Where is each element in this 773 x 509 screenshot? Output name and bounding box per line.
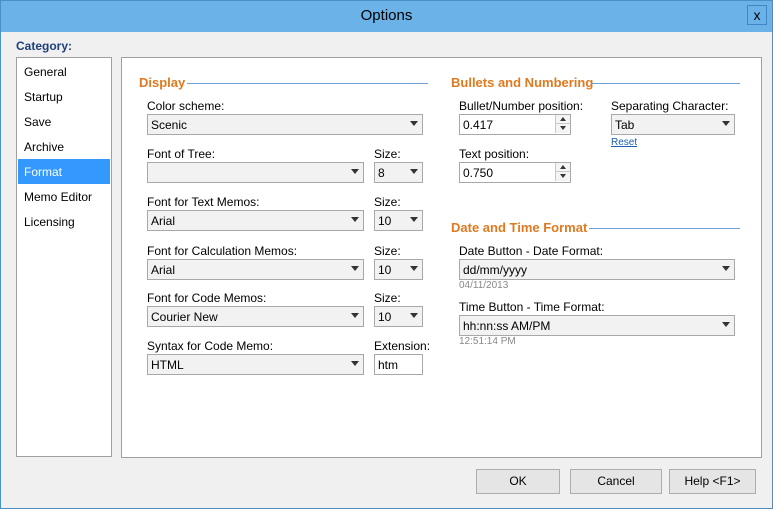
text-size-label: Size:	[374, 195, 401, 209]
color-scheme-select[interactable]: Scenic	[147, 114, 423, 135]
time-format-value: hh:nn:ss AM/PM	[463, 319, 551, 333]
font-calc-label: Font for Calculation Memos:	[147, 244, 298, 258]
chevron-down-icon	[722, 322, 730, 327]
date-format-value: dd/mm/yyyy	[463, 263, 528, 277]
cancel-button[interactable]: Cancel	[570, 469, 662, 494]
text-position-spinner[interactable]: 0.750	[459, 162, 571, 183]
ok-button[interactable]: OK	[476, 469, 560, 494]
dialog-body: Category: General Startup Save Archive F…	[6, 32, 767, 503]
chevron-down-icon	[722, 266, 730, 271]
chevron-down-icon	[722, 121, 730, 126]
title-bar[interactable]: Options x	[1, 1, 772, 32]
date-preview: 04/11/2013	[459, 280, 509, 291]
bullets-heading: Bullets and Numbering	[451, 75, 594, 90]
syntax-value: HTML	[151, 358, 184, 372]
bullet-position-label: Bullet/Number position:	[459, 99, 584, 113]
category-item-startup[interactable]: Startup	[18, 84, 110, 109]
calc-size-label: Size:	[374, 244, 401, 258]
time-preview: 12:51:14 PM	[459, 336, 516, 347]
font-calc-select[interactable]: Arial	[147, 259, 364, 280]
color-scheme-value: Scenic	[151, 118, 188, 132]
chevron-down-icon	[351, 361, 359, 366]
font-calc-value: Arial	[151, 263, 176, 277]
chevron-down-icon	[351, 169, 359, 174]
category-label: Category:	[16, 39, 73, 53]
display-divider	[187, 83, 428, 84]
separating-char-select[interactable]: Tab	[611, 114, 735, 135]
extension-input[interactable]: htm	[374, 354, 423, 375]
bullet-position-spinner[interactable]: 0.417	[459, 114, 571, 135]
tree-size-value: 8	[378, 166, 385, 180]
datetime-heading: Date and Time Format	[451, 220, 588, 235]
tree-size-label: Size:	[374, 147, 401, 161]
bullet-position-value: 0.417	[463, 118, 494, 132]
category-item-save[interactable]: Save	[18, 109, 110, 134]
spin-up-icon[interactable]	[555, 163, 570, 172]
spin-down-icon[interactable]	[555, 124, 570, 133]
text-position-value: 0.750	[463, 166, 494, 180]
calc-size-select[interactable]: 10	[374, 259, 423, 280]
category-item-licensing[interactable]: Licensing	[18, 209, 110, 234]
chevron-down-icon	[351, 313, 359, 318]
datetime-divider	[589, 228, 740, 229]
code-size-label: Size:	[374, 291, 401, 305]
font-text-value: Arial	[151, 214, 176, 228]
help-button[interactable]: Help <F1>	[669, 469, 756, 494]
time-format-label: Time Button - Time Format:	[459, 300, 605, 314]
font-text-label: Font for Text Memos:	[147, 195, 260, 209]
tree-size-select[interactable]: 8	[374, 162, 423, 183]
date-format-label: Date Button - Date Format:	[459, 244, 604, 258]
format-panel: Display Color scheme: Scenic Font of Tre…	[121, 57, 762, 458]
calc-size-value: 10	[378, 263, 392, 277]
font-code-label: Font for Code Memos:	[147, 291, 267, 305]
time-format-select[interactable]: hh:nn:ss AM/PM	[459, 315, 735, 336]
extension-value: htm	[378, 358, 399, 372]
window-title: Options	[360, 7, 413, 24]
font-text-select[interactable]: Arial	[147, 210, 364, 231]
category-list: General Startup Save Archive Format Memo…	[16, 57, 112, 457]
syntax-select[interactable]: HTML	[147, 354, 364, 375]
text-size-value: 10	[378, 214, 392, 228]
category-item-memo-editor[interactable]: Memo Editor	[18, 184, 110, 209]
chevron-down-icon	[410, 217, 418, 222]
chevron-down-icon	[410, 169, 418, 174]
code-size-value: 10	[378, 310, 392, 324]
spin-down-icon[interactable]	[555, 172, 570, 181]
font-code-select[interactable]: Courier New	[147, 306, 364, 327]
separating-char-value: Tab	[615, 118, 635, 132]
close-button[interactable]: x	[747, 5, 767, 25]
chevron-down-icon	[351, 217, 359, 222]
options-window: Options x Category: General Startup Save…	[0, 0, 773, 509]
chevron-down-icon	[410, 121, 418, 126]
category-item-format[interactable]: Format	[18, 159, 110, 184]
font-of-tree-select[interactable]	[147, 162, 364, 183]
chevron-down-icon	[410, 313, 418, 318]
font-of-tree-label: Font of Tree:	[147, 147, 216, 161]
category-item-general[interactable]: General	[18, 59, 110, 84]
bullets-divider	[592, 83, 740, 84]
reset-link[interactable]: Reset	[611, 137, 637, 148]
separating-char-label: Separating Character:	[611, 99, 729, 113]
category-item-archive[interactable]: Archive	[18, 134, 110, 159]
chevron-down-icon	[351, 266, 359, 271]
chevron-down-icon	[410, 266, 418, 271]
code-size-select[interactable]: 10	[374, 306, 423, 327]
text-position-label: Text position:	[459, 147, 530, 161]
display-heading: Display	[139, 75, 186, 90]
spin-up-icon[interactable]	[555, 115, 570, 124]
text-size-select[interactable]: 10	[374, 210, 423, 231]
font-code-value: Courier New	[151, 310, 218, 324]
date-format-select[interactable]: dd/mm/yyyy	[459, 259, 735, 280]
syntax-label: Syntax for Code Memo:	[147, 339, 274, 353]
extension-label: Extension:	[374, 339, 431, 353]
color-scheme-label: Color scheme:	[147, 99, 225, 113]
